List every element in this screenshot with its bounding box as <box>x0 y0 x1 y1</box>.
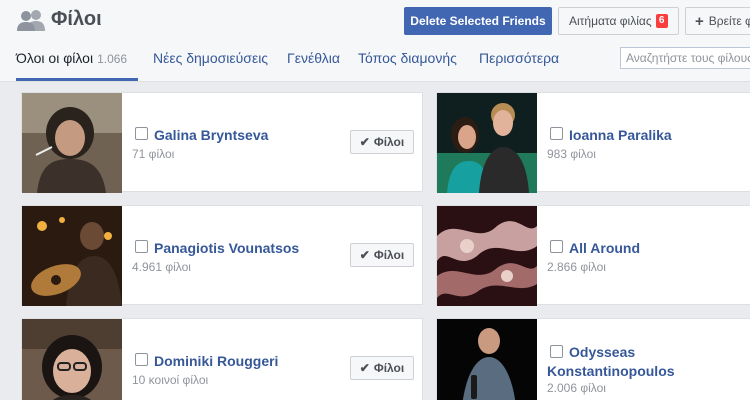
check-icon: ✔ <box>359 248 370 262</box>
friend-requests-button[interactable]: Αιτήματα φιλίας 6 <box>558 7 679 35</box>
friend-card: Panagiotis Vounatsos 4.961 φίλοι ✔ Φίλοι <box>21 205 423 306</box>
friend-mutual-count: 983 φίλοι <box>547 147 596 161</box>
friend-name[interactable]: Odysseas <box>569 343 635 362</box>
friend-photo[interactable] <box>437 319 537 400</box>
find-friends-label: Βρείτε φίλους <box>708 14 750 28</box>
friend-name[interactable]: Panagiotis Vounatsos <box>154 239 299 258</box>
friends-count: 1.066 <box>97 52 128 66</box>
friend-requests-label: Αιτήματα φιλίας <box>569 14 652 28</box>
page-title: Φίλοι <box>51 8 102 30</box>
requests-count-badge: 6 <box>655 14 668 28</box>
search-friends-input[interactable] <box>620 47 750 69</box>
select-friend-checkbox[interactable] <box>135 127 148 140</box>
friend-card: Dominiki Rouggeri 10 κοινοί φίλοι ✔ Φίλο… <box>21 318 423 400</box>
friends-status-button[interactable]: ✔ Φίλοι <box>350 130 414 154</box>
friend-photo[interactable] <box>22 93 122 193</box>
friend-name[interactable]: Ioanna Paralika <box>569 126 672 145</box>
select-friend-checkbox[interactable] <box>135 353 148 366</box>
friend-photo[interactable] <box>437 93 537 193</box>
plus-icon: + <box>695 12 704 30</box>
friends-status-label: Φίλοι <box>373 361 405 375</box>
friend-mutual-count: 2.866 φίλοι <box>547 260 606 274</box>
friend-mutual-count: 2.006 φίλοι <box>547 381 606 395</box>
active-tab-indicator <box>16 78 138 81</box>
tab-all-friends[interactable]: Όλοι οι φίλοι 1.066 <box>16 50 127 66</box>
select-friend-checkbox[interactable] <box>550 240 563 253</box>
tab-all-friends-label: Όλοι οι φίλοι <box>16 50 94 66</box>
friend-name[interactable]: Galina Bryntseva <box>154 126 268 145</box>
friends-status-label: Φίλοι <box>373 248 405 262</box>
friend-photo[interactable] <box>22 319 122 400</box>
tab-new-posts[interactable]: Νέες δημοσιεύσεις <box>153 50 268 66</box>
select-friend-checkbox[interactable] <box>550 127 563 140</box>
friend-mutual-count: 4.961 φίλοι <box>132 260 191 274</box>
friends-status-button[interactable]: ✔ Φίλοι <box>350 356 414 380</box>
select-friend-checkbox[interactable] <box>550 345 563 358</box>
delete-selected-friends-button[interactable]: Delete Selected Friends <box>404 7 552 35</box>
check-icon: ✔ <box>359 361 370 375</box>
friend-mutual-count: 71 φίλοι <box>132 147 175 161</box>
find-friends-button[interactable]: + Βρείτε φίλους <box>685 7 750 35</box>
friends-status-label: Φίλοι <box>373 135 405 149</box>
friend-card: Ioanna Paralika 983 φίλοι <box>436 92 750 193</box>
friends-status-button[interactable]: ✔ Φίλοι <box>350 243 414 267</box>
friend-photo[interactable] <box>437 206 537 306</box>
page-header: Φίλοι Delete Selected Friends Αιτήματα φ… <box>0 0 750 82</box>
select-friend-checkbox[interactable] <box>135 240 148 253</box>
friend-name[interactable]: Dominiki Rouggeri <box>154 352 278 371</box>
friend-card: All Around 2.866 φίλοι <box>436 205 750 306</box>
check-icon: ✔ <box>359 135 370 149</box>
friend-name[interactable]: All Around <box>569 239 640 258</box>
tab-current-city[interactable]: Τόπος διαμονής <box>358 50 457 66</box>
friend-photo[interactable] <box>22 206 122 306</box>
friends-icon <box>17 10 45 31</box>
friend-name-continued[interactable]: Konstantinopoulos <box>547 362 675 381</box>
friend-card: Galina Bryntseva 71 φίλοι ✔ Φίλοι <box>21 92 423 193</box>
friend-mutual-count: 10 κοινοί φίλοι <box>132 373 209 387</box>
tab-more[interactable]: Περισσότερα <box>479 50 559 66</box>
tab-birthdays[interactable]: Γενέθλια <box>287 50 340 66</box>
friend-card: Odysseas Konstantinopoulos 2.006 φίλοι <box>436 318 750 400</box>
